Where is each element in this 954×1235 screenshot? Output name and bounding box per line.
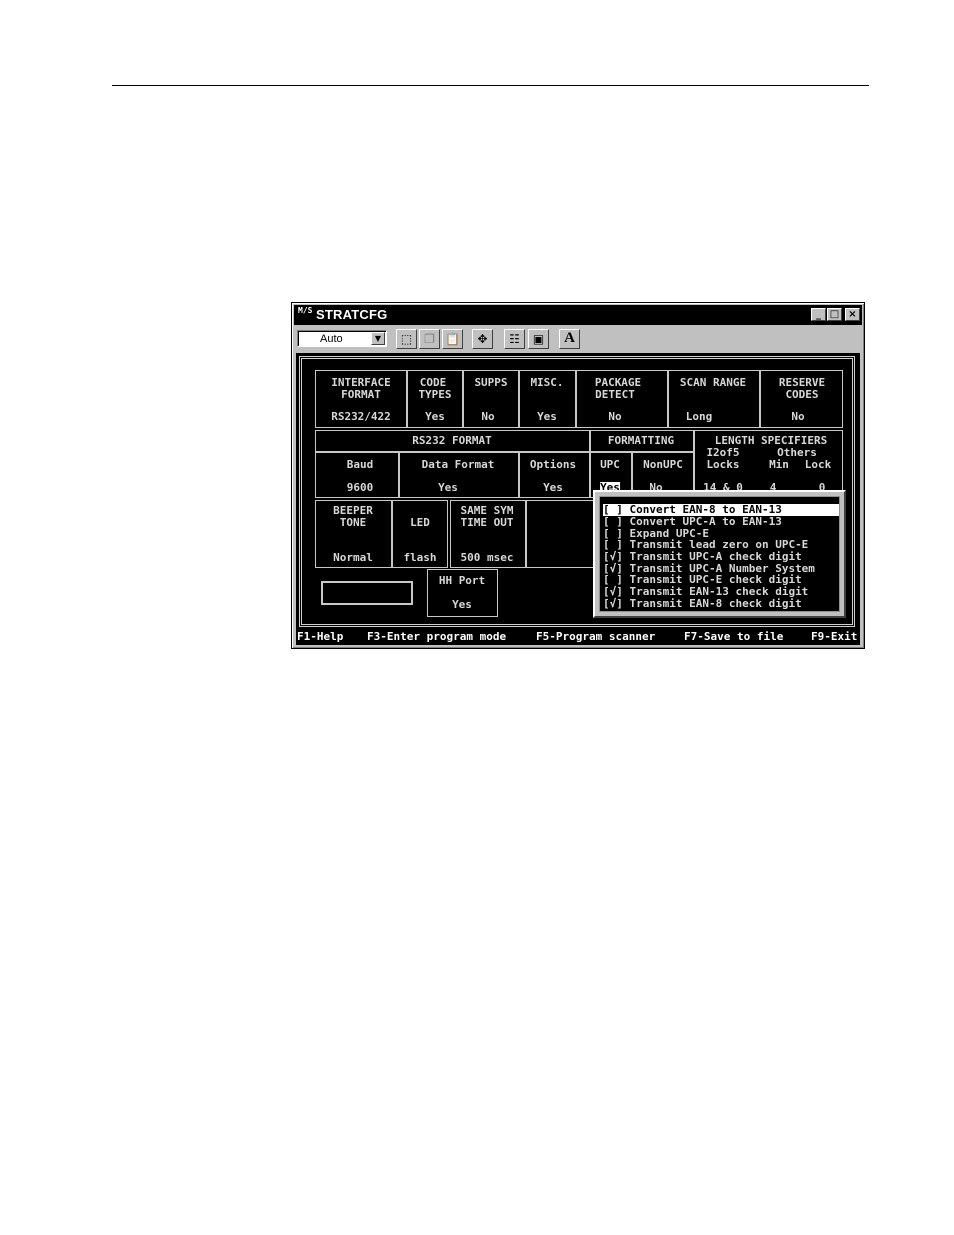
package-detect-value: No: [608, 410, 622, 423]
toolbar: Auto ▼ ⬚ ❐ 📋 ✥ ☷ ▣ A: [294, 327, 862, 351]
misc-value: Yes: [537, 410, 557, 423]
beeper-tone-label2: TONE: [339, 516, 367, 529]
baud-label: Baud: [346, 458, 374, 471]
same-sym-value: 500 msec: [460, 551, 514, 564]
app-icon[interactable]: M/S: [298, 307, 312, 323]
interface-format-label2: FORMAT: [341, 388, 381, 401]
minimize-button[interactable]: _: [811, 308, 826, 321]
blank-cell: [526, 500, 594, 568]
code-types-value: Yes: [425, 410, 445, 423]
code-types-label2: TYPES: [418, 388, 452, 401]
fullscreen-icon[interactable]: ✥: [472, 329, 493, 349]
hh-port-value: Yes: [452, 598, 472, 611]
stratcfg-window: M/S STRATCFG _ □ × Auto ▼ ⬚ ❐ 📋 ✥ ☷ ▣ A …: [291, 302, 865, 649]
checkbox-ean8-check-digit[interactable]: [√]: [603, 597, 623, 610]
led-value: flash: [403, 551, 437, 564]
select-icon[interactable]: ⬚: [396, 329, 417, 349]
copy-icon[interactable]: ❐: [419, 329, 440, 349]
reserve-codes-label2: CODES: [785, 388, 819, 401]
rs232-format-label: RS232 FORMAT: [412, 434, 492, 447]
empty-input-box[interactable]: [321, 581, 413, 605]
terminal-screen: INTERFACE FORMAT RS232/422 CODE TYPES Ye…: [296, 353, 860, 645]
hh-port-label: HH Port: [438, 574, 486, 587]
f1-help-key[interactable]: F1-Help: [297, 631, 343, 643]
upc-options-list: [ ] Convert EAN-8 to EAN-13 [ ] Convert …: [599, 496, 840, 612]
same-sym-label2: TIME OUT: [460, 516, 514, 529]
interface-format-value: RS232/422: [331, 410, 391, 423]
properties-icon[interactable]: ☷: [504, 329, 525, 349]
chevron-down-icon[interactable]: ▼: [371, 332, 385, 345]
paste-icon[interactable]: 📋: [442, 329, 463, 349]
misc-label: MISC.: [530, 376, 564, 389]
f5-program-scanner-key[interactable]: F5-Program scanner: [536, 631, 655, 643]
options-value: Yes: [543, 481, 563, 494]
scan-range-label: SCAN RANGE: [679, 376, 747, 389]
nonupc-label: NonUPC: [643, 458, 683, 471]
options-label: Options: [529, 458, 577, 471]
maximize-button[interactable]: □: [827, 308, 842, 321]
locks-label: Locks: [706, 458, 740, 471]
supps-label: SUPPS: [474, 376, 508, 389]
beeper-tone-value: Normal: [333, 551, 373, 564]
lock-label: Lock: [804, 458, 832, 471]
min-label: Min: [769, 458, 789, 471]
font-size-value: Auto: [320, 333, 343, 345]
close-button[interactable]: ×: [845, 308, 860, 321]
f7-save-file-key[interactable]: F7-Save to file: [684, 631, 783, 643]
upc-label: UPC: [600, 458, 620, 471]
background-icon[interactable]: ▣: [528, 329, 549, 349]
upc-options-popup: [ ] Convert EAN-8 to EAN-13 [ ] Convert …: [593, 490, 846, 618]
baud-value: 9600: [346, 481, 374, 494]
window-title: STRATCFG: [316, 307, 388, 322]
scan-range-value: Long: [685, 410, 713, 423]
title-bar[interactable]: M/S STRATCFG _ □ ×: [294, 305, 862, 325]
f3-program-mode-key[interactable]: F3-Enter program mode: [367, 631, 506, 643]
option-ean8-check-digit[interactable]: [√] Transmit EAN-8 check digit: [603, 598, 839, 610]
supps-value: No: [481, 410, 495, 423]
font-size-combo[interactable]: Auto ▼: [297, 330, 387, 347]
data-format-label: Data Format: [421, 458, 495, 471]
led-label: LED: [410, 516, 430, 529]
reserve-codes-value: No: [791, 410, 805, 423]
page-rule: [112, 85, 869, 86]
function-key-bar: F1-Help F3-Enter program mode F5-Program…: [296, 629, 860, 645]
formatting-label: FORMATTING: [607, 434, 675, 447]
option-label: Transmit EAN-8 check digit: [629, 597, 802, 610]
font-icon[interactable]: A: [559, 329, 580, 349]
package-detect-label2: DETECT: [595, 388, 635, 401]
f9-exit-key[interactable]: F9-Exit: [811, 631, 857, 643]
data-format-value: Yes: [438, 481, 458, 494]
